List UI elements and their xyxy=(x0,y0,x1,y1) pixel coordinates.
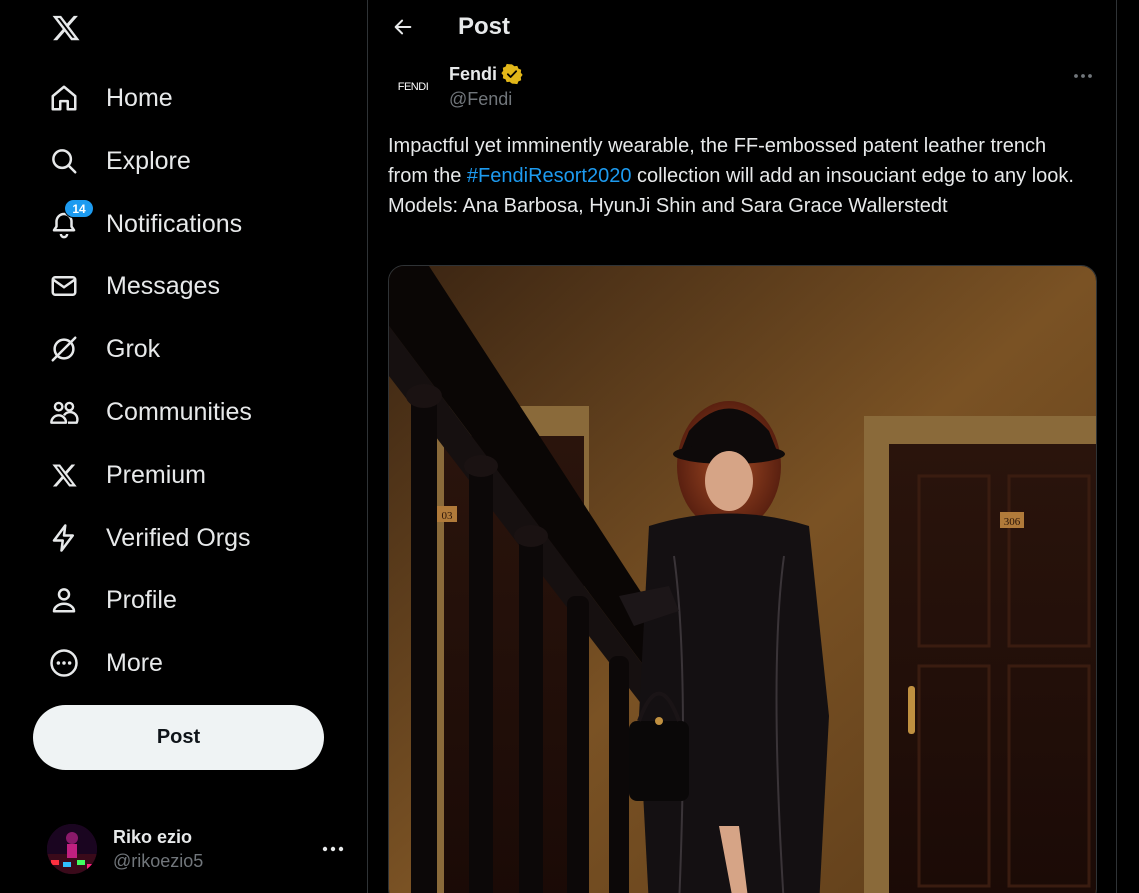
sidebar: Home Explore 14 Notifications Messages G… xyxy=(0,0,368,893)
sidebar-item-explore[interactable]: Explore xyxy=(40,135,203,187)
sidebar-item-verified-orgs[interactable]: Verified Orgs xyxy=(40,512,263,564)
x-logo-icon xyxy=(48,459,80,491)
sidebar-item-label: Communities xyxy=(106,397,252,426)
more-horizontal-icon[interactable] xyxy=(1070,63,1096,89)
sidebar-item-notifications[interactable]: 14 Notifications xyxy=(40,198,254,250)
person-icon xyxy=(48,584,80,616)
tweet-text: Impactful yet imminently wearable, the F… xyxy=(388,131,1088,221)
door-number-right: 306 xyxy=(1004,516,1021,528)
sidebar-item-more[interactable]: More xyxy=(40,637,175,689)
sidebar-item-label: Explore xyxy=(106,146,191,175)
account-switcher[interactable]: Riko ezio @rikoezio5 xyxy=(36,814,356,884)
sidebar-item-label: Grok xyxy=(106,334,161,363)
sidebar-item-premium[interactable]: Premium xyxy=(40,449,218,501)
app-root: Home Explore 14 Notifications Messages G… xyxy=(0,0,1139,893)
author-avatar-logo-text: FENDI xyxy=(397,81,429,93)
sidebar-item-profile[interactable]: Profile xyxy=(40,574,189,626)
sidebar-item-label: Profile xyxy=(106,585,177,614)
sidebar-item-label: Notifications xyxy=(106,209,243,238)
account-handle: @rikoezio5 xyxy=(113,851,204,871)
bell-icon: 14 xyxy=(48,199,94,240)
sidebar-item-communities[interactable]: Communities xyxy=(40,386,264,438)
notification-count-badge: 14 xyxy=(64,199,94,218)
author-name[interactable]: Fendi xyxy=(449,64,497,85)
sidebar-item-home[interactable]: Home xyxy=(40,72,185,124)
home-icon xyxy=(48,82,80,114)
back-arrow-icon[interactable] xyxy=(386,10,420,44)
tweet-photo-illustration: 306 03 xyxy=(389,266,1096,893)
tweet-image[interactable]: 306 03 xyxy=(388,265,1097,893)
sidebar-item-label: Home xyxy=(106,83,173,112)
tweet-text-part: collection will add an insouciant edge t… xyxy=(631,165,1074,187)
lightning-icon xyxy=(48,522,80,554)
sidebar-item-label: Messages xyxy=(106,271,220,300)
verified-badge-icon xyxy=(501,63,523,85)
sidebar-item-grok[interactable]: Grok xyxy=(40,323,172,375)
account-display-name: Riko ezio xyxy=(113,827,193,847)
account-names: Riko ezio @rikoezio5 xyxy=(113,825,203,873)
post-detail-column: Post FENDI Fendi @Fendi Impactful yet im… xyxy=(367,0,1117,893)
grok-icon xyxy=(48,333,80,365)
author-avatar[interactable]: FENDI xyxy=(388,62,438,112)
door-number-left: 03 xyxy=(442,510,454,522)
author-handle[interactable]: @Fendi xyxy=(449,89,512,110)
hashtag-link[interactable]: #FendiResort2020 xyxy=(467,165,632,187)
sidebar-item-label: More xyxy=(106,648,163,677)
avatar xyxy=(47,824,97,874)
envelope-icon xyxy=(48,270,80,302)
search-icon xyxy=(48,145,80,177)
more-horizontal-icon[interactable] xyxy=(320,836,346,862)
people-icon xyxy=(48,396,80,428)
page-title: Post xyxy=(458,13,511,40)
sidebar-item-label: Premium xyxy=(106,460,207,489)
post-header: Post xyxy=(368,0,1116,54)
sidebar-item-messages[interactable]: Messages xyxy=(40,260,232,312)
sidebar-item-label: Verified Orgs xyxy=(106,523,251,552)
x-logo-icon[interactable] xyxy=(44,6,88,50)
tweet-text-models: Models: Ana Barbosa, HyunJi Shin and Sar… xyxy=(388,195,948,217)
more-circle-icon xyxy=(48,647,80,679)
post-button[interactable]: Post xyxy=(33,705,324,770)
